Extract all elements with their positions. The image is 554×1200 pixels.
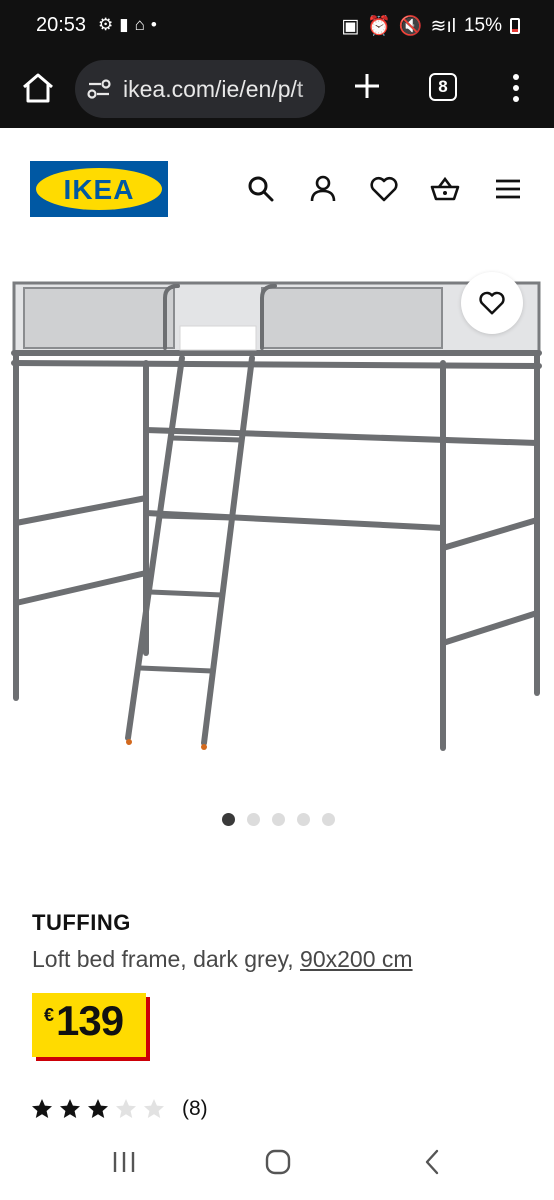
price-value: 139 <box>56 997 124 1044</box>
alarm-icon: ⏰ <box>367 16 391 37</box>
home-icon[interactable] <box>20 70 56 106</box>
star-filled-icon <box>88 1099 108 1118</box>
battery-icon <box>510 18 520 34</box>
rating-count: (8) <box>182 1097 208 1120</box>
star-filled-icon <box>32 1099 52 1118</box>
browser-menu-icon[interactable] <box>504 70 528 106</box>
address-bar[interactable]: ikea.com/ie/en/p/t <box>75 60 325 118</box>
battery-percentage: 15% <box>463 15 502 36</box>
home-button-icon[interactable] <box>261 1145 295 1179</box>
product-name: TUFFING <box>32 910 131 935</box>
more-dot-icon: • <box>150 15 157 34</box>
recent-apps-icon[interactable] <box>107 1145 141 1179</box>
image-carousel-dots <box>222 813 335 826</box>
ikea-logo[interactable]: IKEA <box>30 161 168 217</box>
status-left-icons: ⚙ ▮ ⌂ • <box>98 15 157 35</box>
product-size-link[interactable]: 90x200 cm <box>300 946 413 972</box>
settings-gear-icon: ⚙ <box>98 15 114 34</box>
carousel-dot[interactable] <box>222 813 235 826</box>
star-empty-icon <box>144 1099 164 1118</box>
basket-icon[interactable] <box>430 174 460 204</box>
status-right-icons: ▣ ⏰ 🔇 ≋ıl 15% <box>341 14 520 38</box>
status-time: 20:53 <box>36 14 87 36</box>
back-icon[interactable] <box>416 1145 450 1179</box>
heart-icon <box>479 291 505 315</box>
carousel-dot[interactable] <box>272 813 285 826</box>
product-image[interactable] <box>0 258 554 768</box>
site-settings-icon[interactable] <box>87 78 111 100</box>
hamburger-menu-icon[interactable] <box>493 174 523 204</box>
system-nav-bar <box>0 1125 554 1200</box>
account-icon[interactable] <box>308 174 338 204</box>
add-to-wishlist-button[interactable] <box>461 272 523 334</box>
wifi-signal-icon: ≋ıl <box>430 15 456 37</box>
notification-icon: ▮ <box>119 15 129 34</box>
carousel-dot[interactable] <box>322 813 335 826</box>
mute-icon: 🔇 <box>398 16 423 37</box>
star-filled-icon <box>60 1099 80 1118</box>
home-notification-icon: ⌂ <box>134 15 145 34</box>
product-rating[interactable]: (8) <box>30 1097 208 1121</box>
browser-toolbar: ikea.com/ie/en/p/t 8 <box>0 52 554 128</box>
heart-icon[interactable] <box>369 174 399 204</box>
carousel-dot[interactable] <box>297 813 310 826</box>
site-header: IKEA <box>0 128 554 248</box>
data-saver-icon: ▣ <box>341 15 360 37</box>
url-text: ikea.com/ie/en/p/t <box>123 76 304 102</box>
svg-text:IKEA: IKEA <box>64 174 135 205</box>
price-tag: € 139 <box>32 993 146 1057</box>
product-description: Loft bed frame, dark grey, 90x200 cm <box>32 946 413 973</box>
carousel-dot[interactable] <box>247 813 260 826</box>
new-tab-plus-icon[interactable] <box>350 69 384 103</box>
star-empty-icon <box>116 1099 136 1118</box>
product-description-text: Loft bed frame, dark grey, <box>32 946 301 972</box>
price-currency: € <box>44 1005 55 1025</box>
status-bar: 20:53 ⚙ ▮ ⌂ • ▣ ⏰ 🔇 ≋ıl 15% <box>0 0 554 52</box>
search-icon[interactable] <box>246 174 276 204</box>
tab-switcher-button[interactable]: 8 <box>429 73 457 101</box>
